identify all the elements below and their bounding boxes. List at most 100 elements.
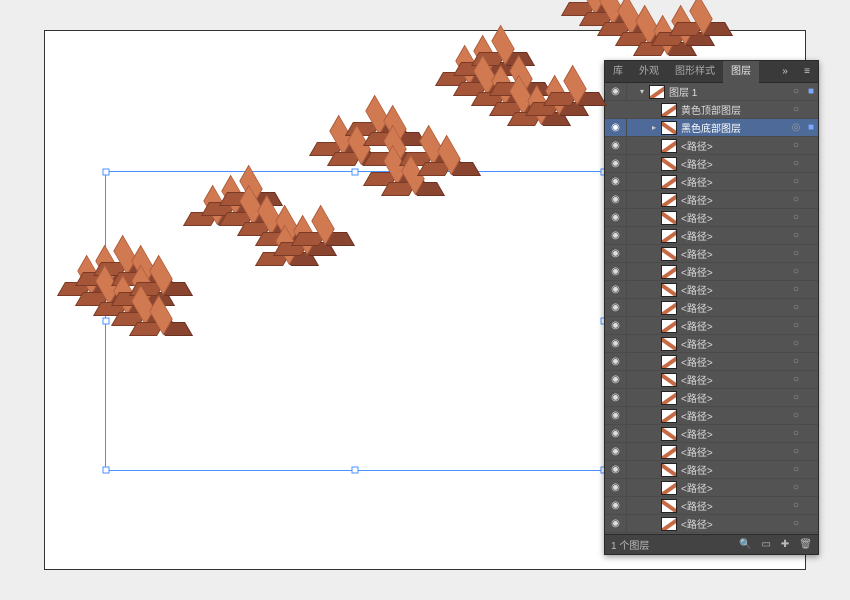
new-layer-icon[interactable]: ✚ [781,539,789,550]
selection-indicator[interactable]: ■ [804,86,818,97]
target-icon[interactable]: ○ [788,374,804,385]
layer-name[interactable]: <路径> [681,390,788,405]
panel-expand-icon[interactable]: » [774,66,796,77]
target-icon[interactable]: ○ [788,500,804,511]
layer-name[interactable]: <路径> [681,246,788,261]
sublayer-row[interactable]: ◉ <路径>○ [605,245,818,263]
visibility-toggle[interactable]: ◉ [605,83,627,101]
target-icon[interactable]: ○ [788,230,804,241]
sublayer-row[interactable]: ◉<路径>○ [605,515,818,533]
visibility-toggle[interactable]: ◉ [605,389,627,407]
target-icon[interactable]: ○ [788,266,804,277]
layer-name[interactable]: <路径> [681,156,788,171]
layer-name[interactable]: <路径> [681,318,788,333]
visibility-toggle[interactable]: ◉ [605,443,627,461]
sublayer-row[interactable]: ◉ <路径>○ [605,353,818,371]
layer-name[interactable]: <路径> [681,282,788,297]
tab-appearance[interactable]: 外观 [631,61,667,83]
visibility-toggle[interactable]: ◉ [605,353,627,371]
sublayer-row[interactable]: ◉ <路径>○ [605,497,818,515]
layer-name[interactable]: <路径> [681,372,788,387]
new-sublayer-icon[interactable]: ▭ [761,539,770,550]
target-icon[interactable]: ○ [788,86,804,97]
sublayer-row[interactable]: ◉<路径>○ [605,137,818,155]
visibility-toggle[interactable]: ◉ [605,461,627,479]
target-icon[interactable]: ○ [788,194,804,205]
visibility-toggle[interactable]: ◉ [605,173,627,191]
layer-name[interactable]: <路径> [681,300,788,315]
visibility-toggle[interactable]: ◉ [605,281,627,299]
layer-name[interactable]: <路径> [681,336,788,351]
layers-list[interactable]: ◉ ▾ 图层 1 ○ ■ 黄色顶部图层○◉▸黑色底部图层◎■◉<路径>○◉<路径… [605,83,818,534]
target-icon[interactable]: ○ [788,176,804,187]
layer-name[interactable]: 图层 1 [669,84,788,99]
resize-handle-tm[interactable] [352,169,359,176]
sublayer-row[interactable]: ◉▸黑色底部图层◎■ [605,119,818,137]
selection-indicator[interactable]: ■ [804,122,818,133]
sublayer-row[interactable]: ◉<路径>○ [605,407,818,425]
layer-name[interactable]: <路径> [681,444,788,459]
target-icon[interactable]: ○ [788,248,804,259]
tab-libraries[interactable]: 库 [605,61,631,83]
layer-name[interactable]: 黄色顶部图层 [681,102,788,117]
trash-icon[interactable]: 🗑 [799,539,812,550]
target-icon[interactable]: ○ [788,518,804,529]
sublayer-row[interactable]: ◉<路径>○ [605,443,818,461]
target-icon[interactable]: ○ [788,428,804,439]
sublayer-row[interactable]: ◉ <路径>○ [605,389,818,407]
layer-name[interactable]: <路径> [681,462,788,477]
visibility-toggle[interactable]: ◉ [605,137,627,155]
layer-name[interactable]: <路径> [681,228,788,243]
visibility-toggle[interactable]: ◉ [605,515,627,533]
target-icon[interactable]: ○ [788,158,804,169]
sublayer-row[interactable]: ◉<路径>○ [605,173,818,191]
target-icon[interactable]: ○ [788,320,804,331]
search-icon[interactable]: 🔍 [739,539,751,550]
sublayer-row[interactable]: ◉<路径>○ [605,155,818,173]
sublayer-row[interactable]: ◉ <路径>○ [605,317,818,335]
sublayer-row[interactable]: ◉ <路径>○ [605,335,818,353]
layer-name[interactable]: <路径> [681,354,788,369]
visibility-toggle[interactable]: ◉ [605,227,627,245]
sublayer-row[interactable]: ◉ <路径>○ [605,227,818,245]
layer-name[interactable]: <路径> [681,408,788,423]
disclosure-toggle[interactable]: ▸ [649,123,659,132]
target-icon[interactable]: ○ [788,338,804,349]
layer-name[interactable]: <路径> [681,426,788,441]
sublayer-row[interactable]: ◉ <路径>○ [605,371,818,389]
visibility-toggle[interactable]: ◉ [605,371,627,389]
sublayer-row[interactable]: ◉<路径>○ [605,263,818,281]
target-icon[interactable]: ○ [788,140,804,151]
layer-name[interactable]: <路径> [681,498,788,513]
visibility-toggle[interactable]: ◉ [605,209,627,227]
layer-name[interactable]: <路径> [681,480,788,495]
resize-handle-tl[interactable] [103,169,110,176]
resize-handle-bm[interactable] [352,467,359,474]
resize-handle-ml[interactable] [103,318,110,325]
tab-layers[interactable]: 图层 [723,61,759,83]
panel-menu-icon[interactable]: ≡ [796,66,818,77]
target-icon[interactable]: ○ [788,356,804,367]
sublayer-row[interactable]: ◉ <路径>○ [605,209,818,227]
target-icon[interactable]: ○ [788,482,804,493]
layer-name[interactable]: <路径> [681,210,788,225]
target-icon[interactable]: ○ [788,212,804,223]
visibility-toggle[interactable]: ◉ [605,425,627,443]
visibility-toggle[interactable]: ◉ [605,407,627,425]
layer-name[interactable]: <路径> [681,192,788,207]
target-icon[interactable]: ○ [788,302,804,313]
visibility-toggle[interactable]: ◉ [605,317,627,335]
layer-row-top[interactable]: ◉ ▾ 图层 1 ○ ■ [605,83,818,101]
sublayer-row[interactable]: ◉ <路径>○ [605,425,818,443]
sublayer-row[interactable]: ◉<路径>○ [605,461,818,479]
target-icon[interactable]: ○ [788,284,804,295]
visibility-toggle[interactable]: ◉ [605,497,627,515]
resize-handle-bl[interactable] [103,467,110,474]
visibility-toggle[interactable]: ◉ [605,191,627,209]
visibility-toggle[interactable]: ◉ [605,119,627,137]
visibility-toggle[interactable]: ◉ [605,335,627,353]
visibility-toggle[interactable]: ◉ [605,245,627,263]
disclosure-toggle[interactable]: ▾ [637,87,647,96]
visibility-toggle[interactable]: ◉ [605,263,627,281]
target-icon[interactable]: ○ [788,392,804,403]
